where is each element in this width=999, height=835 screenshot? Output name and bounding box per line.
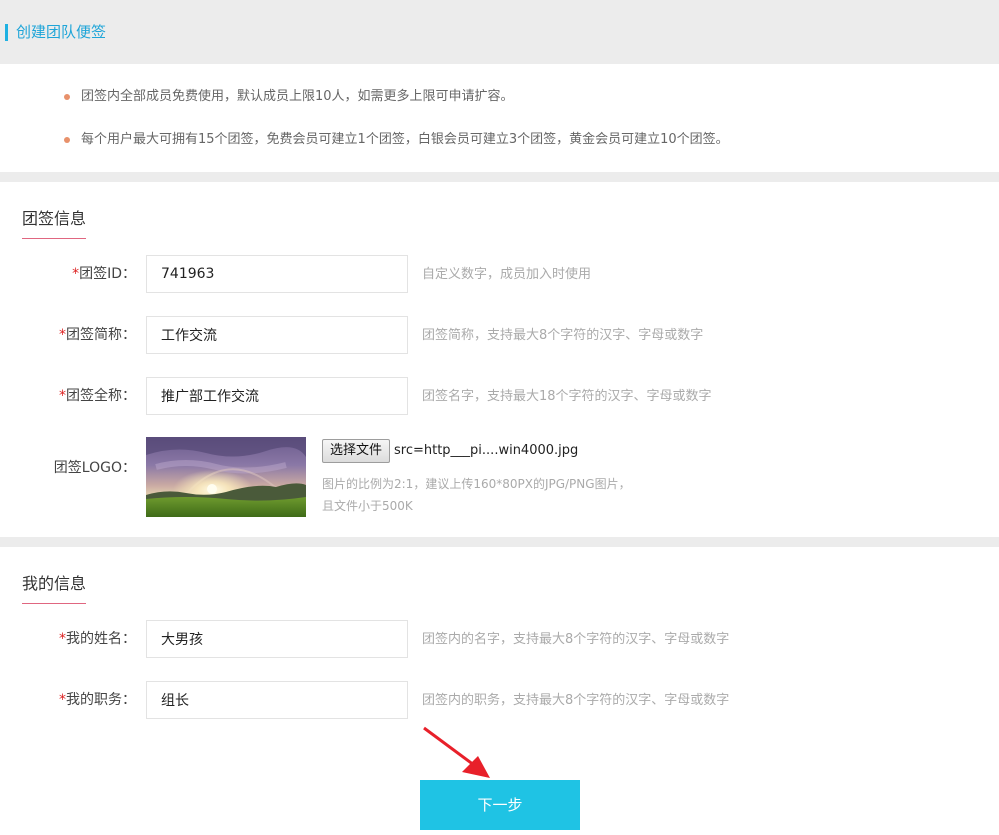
section-title-text: 我的信息 — [22, 574, 87, 593]
short-name-input[interactable] — [146, 316, 408, 354]
section-title-team-info: 团签信息 — [22, 208, 87, 239]
required-mark: * — [59, 631, 66, 647]
my-position-input[interactable] — [146, 681, 408, 719]
required-mark: * — [59, 327, 66, 343]
my-name-input[interactable] — [146, 620, 408, 658]
notice-text: 团签内全部成员免费使用，默认成员上限10人，如需更多上限可申请扩容。 — [81, 89, 514, 104]
team-id-label: *团签ID： — [0, 264, 140, 284]
bullet-dot-icon — [64, 94, 70, 100]
required-mark: * — [59, 692, 66, 708]
logo-preview-image — [146, 437, 306, 517]
selected-file-name: src=http___pi....win4000.jpg — [394, 443, 579, 458]
label-text: 团签全称： — [66, 388, 136, 404]
page-header: 创建团队便签 — [0, 0, 999, 64]
label-text: 团签ID： — [79, 266, 136, 282]
label-text: 我的姓名： — [66, 631, 136, 647]
section-title-my-info: 我的信息 — [22, 573, 87, 604]
team-id-input[interactable] — [146, 255, 408, 293]
short-name-hint: 团签简称，支持最大8个字符的汉字、字母或数字 — [422, 328, 704, 343]
section-title-underline — [22, 238, 86, 239]
logo-label: 团签LOGO： — [53, 460, 136, 476]
my-position-hint: 团签内的职务，支持最大8个字符的汉字、字母或数字 — [422, 693, 730, 708]
title-accent-bar — [5, 24, 8, 41]
required-mark: * — [59, 388, 66, 404]
my-name-label: *我的姓名： — [0, 629, 140, 649]
notice-text: 每个用户最大可拥有15个团签，免费会员可建立1个团签，白银会员可建立3个团签，黄… — [81, 132, 729, 147]
section-title-underline — [22, 603, 86, 604]
next-step-button[interactable]: 下一步 — [420, 780, 580, 830]
full-name-label: *团签全称： — [0, 386, 140, 406]
my-name-hint: 团签内的名字，支持最大8个字符的汉字、字母或数字 — [422, 632, 730, 647]
page-title: 创建团队便签 — [16, 23, 107, 41]
my-position-label: *我的职务： — [0, 690, 140, 710]
short-name-label: *团签简称： — [0, 325, 140, 345]
section-divider — [0, 172, 999, 182]
full-name-hint: 团签名字，支持最大18个字符的汉字、字母或数字 — [422, 389, 712, 404]
bullet-dot-icon — [64, 137, 70, 143]
notice-list: 团签内全部成员免费使用，默认成员上限10人，如需更多上限可申请扩容。 每个用户最… — [0, 64, 999, 172]
team-id-hint: 自定义数字，成员加入时使用 — [422, 267, 592, 282]
section-divider — [0, 537, 999, 547]
label-text: 我的职务： — [66, 692, 136, 708]
logo-tip-line-1: 图片的比例为2:1，建议上传160*80PX的JPG/PNG图片， — [322, 477, 631, 491]
label-text: 团签简称： — [66, 327, 136, 343]
logo-tip-line-2: 且文件小于500K — [322, 499, 413, 513]
section-title-text: 团签信息 — [22, 209, 87, 228]
choose-file-button[interactable]: 选择文件 — [322, 439, 391, 463]
full-name-input[interactable] — [146, 377, 408, 415]
